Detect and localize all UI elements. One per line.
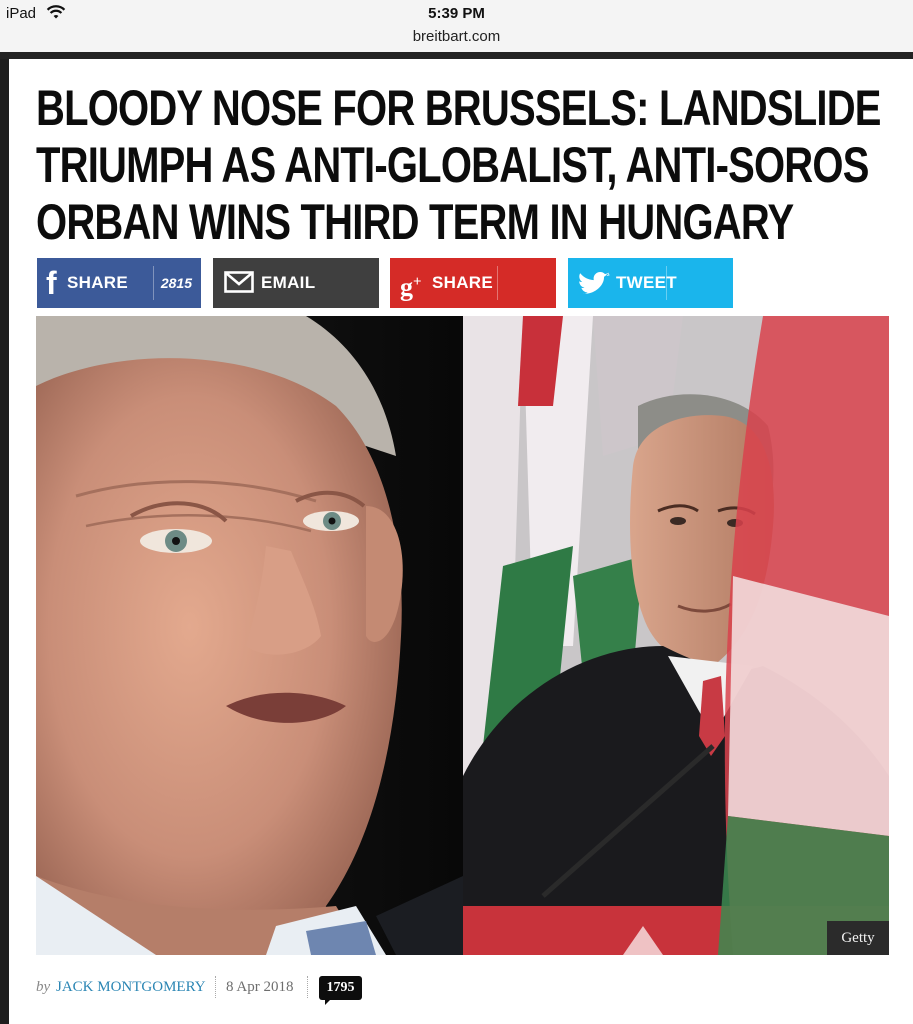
ios-status-bar: iPad 5:39 PM breitbart.com [0, 0, 913, 52]
status-time: 5:39 PM [428, 5, 485, 22]
twitter-tweet-button[interactable]: TWEET [568, 258, 733, 308]
facebook-share-count: 2815 [160, 275, 192, 291]
comment-bubble-icon [325, 999, 331, 1005]
headline-line-2: TRIUMPH AS ANTI-GLOBALIST, ANTI-SOROS [36, 137, 869, 193]
publish-date: 8 Apr 2018 [226, 979, 294, 995]
facebook-share-label: SHARE [67, 273, 129, 292]
site-top-bar [0, 52, 913, 59]
byline-divider [215, 976, 216, 998]
comment-count-badge[interactable]: 1795 [319, 976, 362, 1000]
article-hero-image[interactable]: Getty [36, 316, 889, 955]
portrait-right-photo [463, 316, 889, 955]
byline-prefix: by [36, 979, 51, 995]
address-bar-url[interactable]: breitbart.com [0, 28, 913, 45]
email-share-label: EMAIL [261, 273, 316, 292]
byline-divider [307, 976, 308, 998]
facebook-icon: f [46, 265, 57, 301]
article-headline: BLOODY NOSE FOR BRUSSELS: LANDSLIDE TRIU… [36, 80, 884, 251]
headline-line-1: BLOODY NOSE FOR BRUSSELS: LANDSLIDE [36, 80, 881, 136]
author-link[interactable]: JACK MONTGOMERY [56, 979, 206, 996]
google-plus-share-label: SHARE [432, 273, 494, 292]
facebook-share-button[interactable]: f SHARE 2815 [37, 258, 201, 308]
divider [497, 266, 498, 300]
email-icon [224, 271, 254, 293]
page: iPad 5:39 PM breitbart.com BLOODY NOSE F… [0, 0, 913, 1024]
left-page-edge [0, 59, 9, 1024]
email-share-button[interactable]: EMAIL [213, 258, 379, 308]
google-plus-icon: g+ [400, 272, 422, 302]
twitter-icon [579, 272, 610, 294]
divider [153, 266, 154, 300]
portrait-left-photo [36, 316, 463, 955]
headline-line-3: ORBAN WINS THIRD TERM IN HUNGARY [36, 194, 794, 250]
photo-credit: Getty [827, 921, 889, 955]
twitter-tweet-label: TWEET [616, 273, 677, 292]
divider [666, 266, 667, 300]
google-plus-share-button[interactable]: g+ SHARE [390, 258, 556, 308]
